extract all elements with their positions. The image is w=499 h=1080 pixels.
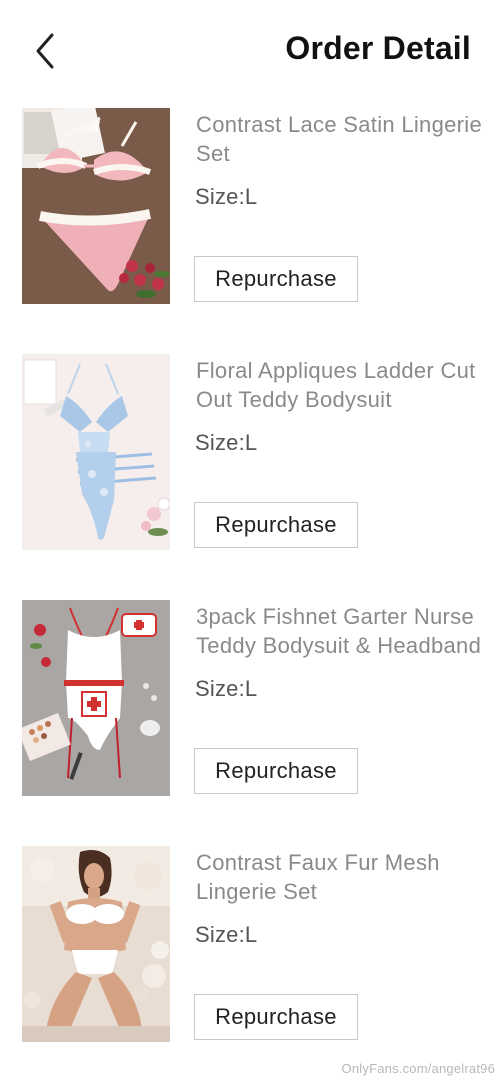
page-title: Order Detail [285,30,471,66]
product-title[interactable]: Floral Appliques Ladder Cut Out Teddy Bo… [196,356,499,414]
order-item: 3pack Fishnet Garter Nurse Teddy Bodysui… [0,600,499,800]
order-item: Contrast Faux Fur Mesh Lingerie Set Size… [0,846,499,1046]
repurchase-button[interactable]: Repurchase [194,994,358,1040]
product-size: Size:L [195,922,258,947]
product-size: Size:L [195,430,258,455]
product-size: Size:L [195,676,258,701]
watermark: OnlyFans.com/angelrat96 [341,1061,495,1076]
product-size: Size:L [195,184,258,209]
product-image[interactable] [22,846,170,1042]
product-title[interactable]: Contrast Lace Satin Lingerie Set [196,110,499,168]
product-image[interactable] [22,108,170,304]
order-item: Contrast Lace Satin Lingerie Set Size:L … [0,108,499,308]
repurchase-button[interactable]: Repurchase [194,502,358,548]
back-button[interactable] [30,30,64,72]
header: Order Detail [0,0,499,100]
product-title[interactable]: Contrast Faux Fur Mesh Lingerie Set [196,848,499,906]
repurchase-button[interactable]: Repurchase [194,256,358,302]
product-image[interactable] [22,600,170,796]
product-title[interactable]: 3pack Fishnet Garter Nurse Teddy Bodysui… [196,602,499,660]
order-item: Floral Appliques Ladder Cut Out Teddy Bo… [0,354,499,554]
chevron-left-icon [36,33,54,69]
product-image[interactable] [22,354,170,550]
repurchase-button[interactable]: Repurchase [194,748,358,794]
